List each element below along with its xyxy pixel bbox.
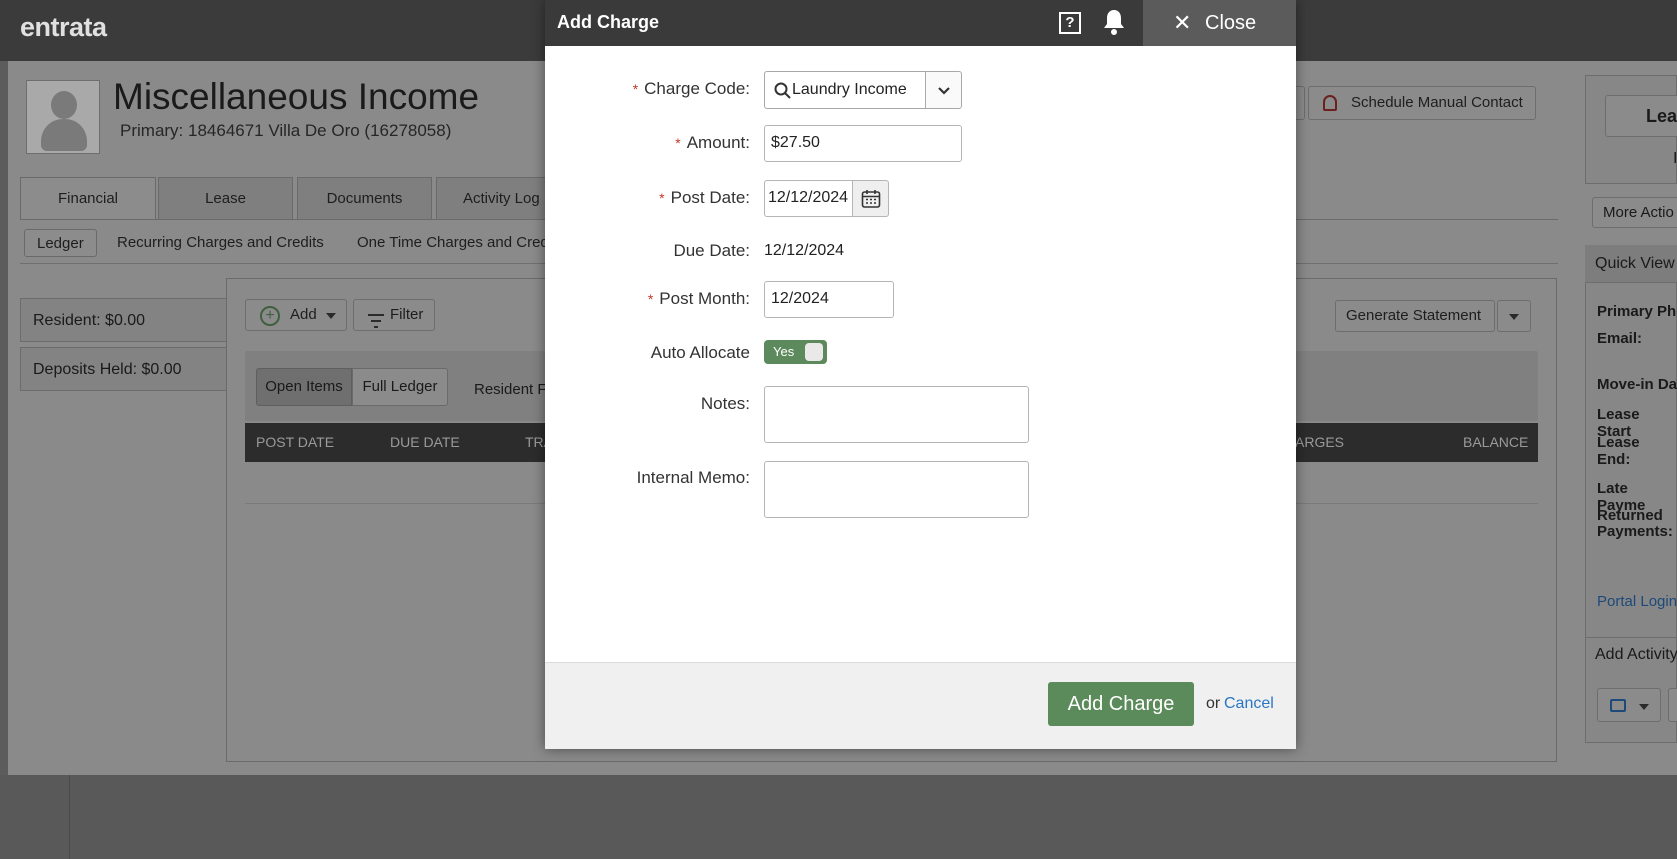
close-icon: ✕ xyxy=(1173,10,1192,35)
more-actions-button[interactable]: More Actio xyxy=(1592,197,1677,228)
subtab-ledger[interactable]: Ledger xyxy=(24,229,97,257)
modal-title: Add Charge xyxy=(557,12,660,32)
resident-filter-label[interactable]: Resident F xyxy=(474,381,547,398)
col-charges[interactable]: ARGES xyxy=(1295,434,1344,450)
due-date-label: Due Date: xyxy=(673,241,750,260)
subtab-one-time-charges[interactable]: One Time Charges and Cred xyxy=(357,229,549,257)
primary-phone-label: Primary Ph xyxy=(1597,303,1677,320)
caret-down-icon xyxy=(1639,704,1649,710)
schedule-contact-label: Schedule Manual Contact xyxy=(1351,94,1523,111)
calendar-button[interactable] xyxy=(852,180,889,217)
col-balance[interactable]: BALANCE xyxy=(1463,434,1528,450)
lease-button[interactable]: Lea xyxy=(1605,95,1677,137)
amount-label: Amount: xyxy=(686,133,750,152)
move-in-date-label: Move-in Da xyxy=(1597,376,1677,393)
tab-activity-log[interactable]: Activity Log xyxy=(436,177,548,219)
toggle-state: Yes xyxy=(773,344,795,359)
lease-sub-label: I xyxy=(1673,150,1677,167)
amount-input[interactable]: $27.50 xyxy=(764,125,962,162)
chat-icon xyxy=(1610,699,1626,712)
generate-statement-dropdown[interactable] xyxy=(1497,300,1531,332)
partial-button-right[interactable] xyxy=(1668,688,1677,722)
chevron-down-icon xyxy=(936,83,952,104)
filter-label: Filter xyxy=(390,306,424,323)
add-activity-title: Add Activity xyxy=(1595,646,1677,663)
returned-payments-label-2: Payments: xyxy=(1597,523,1673,540)
close-button[interactable]: ✕ Close xyxy=(1143,0,1296,46)
avatar-icon xyxy=(26,80,100,154)
charge-code-label: Charge Code: xyxy=(644,79,750,98)
close-label: Close xyxy=(1205,12,1257,34)
search-icon xyxy=(774,82,792,105)
col-due-date[interactable]: DUE DATE xyxy=(390,434,460,450)
charge-code-dropdown-button[interactable] xyxy=(925,71,962,109)
filter-button[interactable]: Filter xyxy=(353,299,435,331)
activity-type-dropdown[interactable] xyxy=(1597,688,1661,722)
required-marker: * xyxy=(659,190,665,206)
lease-end-label: Lease End: xyxy=(1597,434,1640,468)
internal-memo-textarea[interactable] xyxy=(764,461,1029,518)
caret-down-icon xyxy=(1509,314,1519,320)
bell-icon[interactable] xyxy=(1102,8,1126,36)
caret-down-icon xyxy=(326,313,336,319)
generate-statement-button[interactable]: Generate Statement xyxy=(1335,300,1495,332)
help-icon[interactable]: ? xyxy=(1059,12,1081,34)
add-dropdown-button[interactable]: + Add xyxy=(245,299,347,331)
modal-header: Add Charge ? ✕ Close xyxy=(545,0,1296,46)
open-items-toggle[interactable]: Open Items xyxy=(256,368,352,406)
resident-balance[interactable]: Resident: $0.00 xyxy=(20,298,230,342)
deposits-held[interactable]: Deposits Held: $0.00 xyxy=(20,347,230,391)
required-marker: * xyxy=(632,81,639,97)
notes-textarea[interactable] xyxy=(764,386,1029,443)
or-text: or xyxy=(1206,695,1221,712)
post-month-input[interactable]: 12/2024 xyxy=(764,281,894,318)
required-marker: * xyxy=(675,135,681,151)
add-label: Add xyxy=(290,306,317,323)
entrata-logo[interactable]: entrata xyxy=(20,12,107,43)
quick-view-title: Quick View xyxy=(1595,255,1675,272)
modal-footer: Add Charge or Cancel xyxy=(545,662,1296,749)
cancel-link[interactable]: Cancel xyxy=(1224,695,1274,713)
post-month-label: Post Month: xyxy=(659,289,750,308)
notes-label: Notes: xyxy=(700,394,750,413)
page-title: Miscellaneous Income xyxy=(113,76,480,117)
subtab-recurring-charges[interactable]: Recurring Charges and Credits xyxy=(117,229,324,257)
toggle-knob xyxy=(805,343,823,361)
internal-memo-label: Internal Memo: xyxy=(636,468,750,487)
primary-resident-line: Primary: 18464671 Villa De Oro (16278058… xyxy=(120,121,452,140)
tab-lease[interactable]: Lease xyxy=(158,177,293,219)
background-bottom-area xyxy=(0,775,1677,859)
auto-allocate-label: Auto Allocate xyxy=(650,343,750,362)
schedule-manual-contact-button[interactable]: Schedule Manual Contact xyxy=(1308,86,1536,120)
amount-label-row: * Amount: xyxy=(550,133,750,153)
portal-login-link[interactable]: Portal Login xyxy=(1597,593,1677,610)
filter-icon xyxy=(368,309,384,328)
returned-payments-label: Returned xyxy=(1597,507,1663,524)
auto-allocate-toggle[interactable]: Yes xyxy=(764,340,827,364)
add-charge-button[interactable]: Add Charge xyxy=(1048,682,1194,726)
post-date-label: Post Date: xyxy=(670,188,750,207)
post-month-label-row: * Post Month: xyxy=(550,289,750,309)
tab-documents[interactable]: Documents xyxy=(297,177,432,219)
post-date-input[interactable]: 12/12/2024 xyxy=(764,180,854,217)
email-label: Email: xyxy=(1597,330,1643,347)
bell-icon xyxy=(1323,95,1337,111)
add-charge-modal: Add Charge ? ✕ Close * Charge Code: Laund… xyxy=(545,0,1296,749)
plus-circle-icon: + xyxy=(260,306,280,326)
full-ledger-toggle[interactable]: Full Ledger xyxy=(352,368,448,406)
col-post-date[interactable]: POST DATE xyxy=(256,434,334,450)
required-marker: * xyxy=(647,291,654,307)
calendar-icon xyxy=(861,189,881,214)
charge-code-value: Laundry Income xyxy=(792,81,907,98)
due-date-value: 12/12/2024 xyxy=(764,242,845,259)
post-date-label-row: * Post Date: xyxy=(550,188,750,208)
charge-code-label-row: * Charge Code: xyxy=(550,79,750,99)
tab-financial[interactable]: Financial xyxy=(20,177,156,219)
